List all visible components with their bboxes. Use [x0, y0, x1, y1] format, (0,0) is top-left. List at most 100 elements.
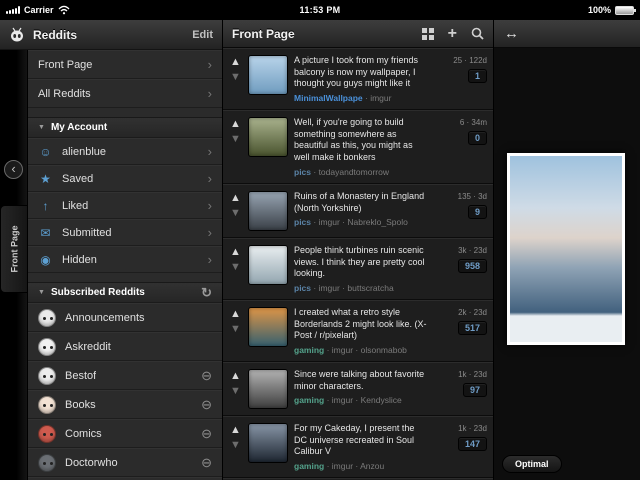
- sidebar-item-front-page[interactable]: Front Page›: [28, 50, 222, 79]
- post-row[interactable]: ▲ ▼ Ruins of a Monastery in England (North…: [223, 184, 493, 238]
- sidebar-item-books[interactable]: Books⊖: [28, 390, 222, 419]
- post-row[interactable]: ▲▼I created what a retro style Borderlan…: [223, 300, 493, 362]
- star-icon: ★: [38, 172, 53, 186]
- vote-controls: ▲▼: [229, 423, 242, 451]
- upvote-icon[interactable]: ▲: [230, 425, 241, 436]
- front-page-edge-tab[interactable]: Front Page: [0, 205, 28, 293]
- post-subreddit[interactable]: gaming: [294, 461, 324, 471]
- sidebar-item-liked[interactable]: ↑Liked›: [28, 192, 222, 219]
- comment-count-badge[interactable]: 147: [458, 437, 487, 451]
- post-thumbnail[interactable]: [248, 369, 288, 409]
- edit-button[interactable]: Edit: [192, 29, 213, 41]
- grid-view-icon[interactable]: [422, 28, 434, 40]
- snoo-avatar: [38, 396, 56, 414]
- post-score-age: 1k · 23d: [458, 370, 487, 379]
- post-title: For my Cakeday, I present the DC univers…: [294, 423, 429, 458]
- optimal-button[interactable]: Optimal: [502, 455, 562, 473]
- post-subreddit[interactable]: gaming: [294, 395, 324, 405]
- remove-subreddit-icon[interactable]: ⊖: [201, 426, 212, 442]
- sidebar-title: Reddits: [33, 28, 184, 42]
- upvote-icon[interactable]: ▲: [230, 119, 241, 130]
- sidebar-item-doctorwho[interactable]: Doctorwho⊖: [28, 448, 222, 477]
- downvote-icon[interactable]: ▼: [230, 262, 241, 273]
- post-content: Ruins of a Monastery in England (North Y…: [294, 191, 429, 227]
- remove-subreddit-icon[interactable]: ⊖: [201, 368, 212, 384]
- sidebar-item-all-reddits[interactable]: All Reddits›: [28, 79, 222, 108]
- post-source: · imgur · Kendyslice: [324, 395, 401, 405]
- sidebar-item-hidden[interactable]: ◉Hidden›: [28, 246, 222, 273]
- post-source: · todayandtomorrow: [311, 167, 389, 177]
- downvote-icon[interactable]: ▼: [230, 324, 241, 335]
- post-score-age: 3k · 23d: [458, 246, 487, 255]
- remove-subreddit-icon[interactable]: ⊖: [201, 455, 212, 471]
- sidebar-item-announcements[interactable]: Announcements: [28, 303, 222, 332]
- remove-subreddit-icon[interactable]: ⊖: [201, 397, 212, 413]
- sidebar-item-alienblue[interactable]: ☺alienblue›: [28, 138, 222, 165]
- post-thumbnail[interactable]: [248, 307, 288, 347]
- post-subreddit[interactable]: gaming: [294, 345, 324, 355]
- downvote-icon[interactable]: ▼: [230, 386, 241, 397]
- sidebar-item-askreddit[interactable]: Askreddit: [28, 332, 222, 361]
- sidebar: Reddits Edit ‹ Front Page Front Page›All…: [0, 20, 222, 480]
- comment-count-badge[interactable]: 9: [468, 205, 487, 219]
- upvote-icon[interactable]: ▲: [230, 247, 241, 258]
- downvote-icon[interactable]: ▼: [230, 440, 241, 451]
- post-subreddit[interactable]: MinimalWallpape: [294, 93, 363, 103]
- snoo-avatar: [38, 309, 56, 327]
- comment-count-badge[interactable]: 97: [463, 383, 487, 397]
- post-row[interactable]: ▲ ▼ People think turbines ruin scenic view…: [223, 238, 493, 300]
- wifi-icon: [58, 5, 70, 15]
- upvote-icon[interactable]: ▲: [230, 309, 241, 320]
- post-source: · imgur: [363, 93, 392, 103]
- chevron-right-icon: ›: [208, 171, 212, 186]
- post-subreddit[interactable]: pics: [294, 167, 311, 177]
- preview-image[interactable]: [507, 153, 625, 345]
- sidebar-item-saved[interactable]: ★Saved›: [28, 165, 222, 192]
- sidebar-item-label: Askreddit: [65, 341, 111, 353]
- comment-count-badge[interactable]: 0: [468, 131, 487, 145]
- comment-count-badge[interactable]: 958: [458, 259, 487, 273]
- refresh-icon[interactable]: ↻: [201, 285, 212, 301]
- post-subreddit[interactable]: pics: [294, 217, 311, 227]
- feed-title: Front Page: [232, 27, 408, 41]
- post-thumbnail[interactable]: [248, 423, 288, 463]
- post-row[interactable]: ▲▼Since were talking about favorite mino…: [223, 362, 493, 416]
- comment-count-badge[interactable]: 1: [468, 69, 487, 83]
- comment-count-badge[interactable]: 517: [458, 321, 487, 335]
- post-score-age: 1k · 23d: [458, 424, 487, 433]
- downvote-icon[interactable]: ▼: [230, 208, 241, 219]
- post-subreddit[interactable]: pics: [294, 283, 311, 293]
- post-content: Well, if you're going to build something…: [294, 117, 429, 177]
- post-meta: 3k · 23d 958: [435, 245, 487, 273]
- post-content: People think turbines ruin scenic views.…: [294, 245, 429, 293]
- post-thumbnail[interactable]: [248, 245, 288, 285]
- expand-width-icon[interactable]: ↔: [504, 25, 519, 42]
- preview-header: ↔: [494, 20, 640, 48]
- sidebar-item-submitted[interactable]: ✉Submitted›: [28, 219, 222, 246]
- post-row[interactable]: ▲▼A picture I took from my friends balco…: [223, 48, 493, 110]
- post-thumbnail[interactable]: [248, 191, 288, 231]
- post-score-age: 135 · 3d: [458, 192, 487, 201]
- sidebar-item-bestof[interactable]: Bestof⊖: [28, 361, 222, 390]
- sidebar-item-comics[interactable]: Comics⊖: [28, 419, 222, 448]
- upvote-icon[interactable]: ▲: [230, 193, 241, 204]
- downvote-icon[interactable]: ▼: [230, 72, 241, 83]
- post-title: Well, if you're going to build something…: [294, 117, 429, 164]
- post-tags: pics · imgur · Nabreklo_Spolo: [294, 217, 429, 227]
- section-header-my-account[interactable]: ▼ My Account: [28, 117, 222, 138]
- post-row[interactable]: ▲ ▼ Well, if you're going to build somethi…: [223, 110, 493, 184]
- chevron-right-icon: ›: [208, 57, 212, 72]
- post-tags: gaming · imgur · Anzou: [294, 461, 429, 471]
- search-icon[interactable]: [471, 27, 484, 40]
- post-thumbnail[interactable]: [248, 117, 288, 157]
- section-header-subscribed-reddits[interactable]: ▼ Subscribed Reddits ↻: [28, 282, 222, 303]
- back-button[interactable]: ‹: [4, 160, 23, 179]
- upvote-icon[interactable]: ▲: [230, 371, 241, 382]
- post-row[interactable]: ▲▼For my Cakeday, I present the DC unive…: [223, 416, 493, 478]
- add-post-icon[interactable]: +: [448, 26, 457, 42]
- post-score-age: 2k · 23d: [458, 308, 487, 317]
- upvote-icon[interactable]: ▲: [230, 57, 241, 68]
- post-thumbnail[interactable]: [248, 55, 288, 95]
- chevron-right-icon: ›: [208, 144, 212, 159]
- downvote-icon[interactable]: ▼: [230, 134, 241, 145]
